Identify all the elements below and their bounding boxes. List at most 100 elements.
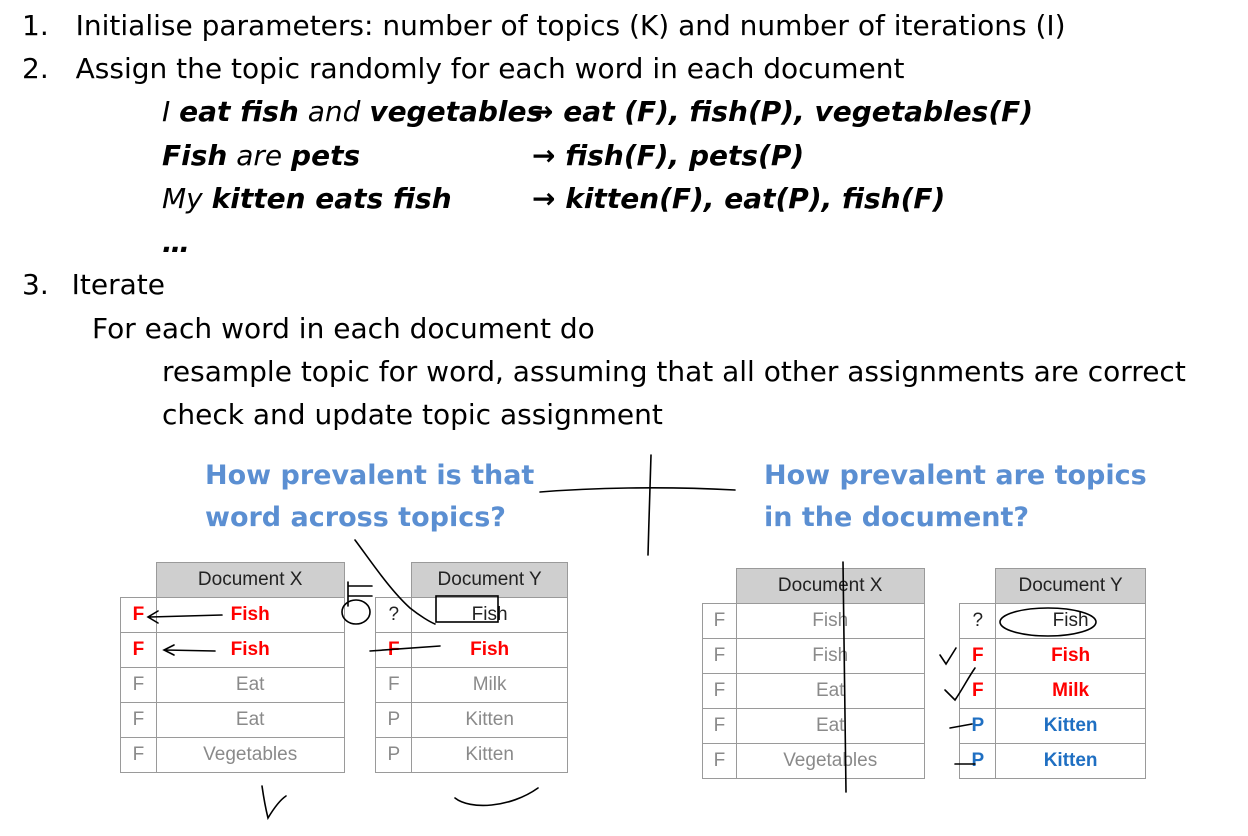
- header-document-y: Document Y: [411, 562, 568, 598]
- topic-label-y: ?: [375, 597, 413, 633]
- example-sentence: I eat fish and vegetables: [162, 95, 543, 129]
- topic-label-y: F: [959, 638, 997, 674]
- sentence-keyword: kitten eats fish: [211, 182, 452, 215]
- annotation-vertical-stroke: [647, 454, 652, 556]
- word-y: Kitten: [995, 743, 1146, 779]
- table-row: F Eat F Milk: [702, 673, 1146, 709]
- sentence-word: I: [162, 95, 180, 128]
- word-x: Fish: [735, 603, 925, 639]
- topic-label-y: F: [959, 673, 997, 709]
- table-row: F Vegetables P Kitten: [120, 737, 568, 773]
- example-sentence: Fish are pets: [162, 139, 360, 173]
- sentence-word: and: [298, 95, 370, 128]
- question-word-across-topics: How prevalent is that word across topics…: [205, 460, 535, 533]
- step-text: Iterate: [71, 268, 165, 301]
- topic-label-y: F: [375, 632, 413, 668]
- column-gap: [924, 673, 960, 709]
- ellipsis: …: [162, 226, 190, 259]
- sentence-keyword: vegetables: [369, 95, 544, 128]
- column-gap: [924, 743, 960, 779]
- step-text: Initialise parameters: number of topics …: [75, 9, 1066, 42]
- annotation-tick: [261, 785, 287, 821]
- table-word-across-topics: Document X Document Y F Fish? Fish F Fish F Fi…: [120, 562, 568, 773]
- sentence-keyword: eat fish: [179, 95, 299, 128]
- column-gap: [344, 702, 376, 738]
- table-row: F Fish F Fish: [120, 632, 568, 668]
- topic-label-x: F: [120, 702, 157, 738]
- step-number: 2.: [22, 52, 49, 85]
- topic-label-x: F: [702, 708, 737, 744]
- topic-label-x: F: [702, 743, 737, 779]
- topic-label-x: F: [702, 603, 737, 639]
- step-number: 3.: [22, 268, 49, 301]
- column-gap: [344, 597, 376, 633]
- table-row: F Fish F Fish: [702, 638, 1146, 674]
- annotation-horizontal-stroke: [539, 487, 736, 493]
- topic-label-x: F: [702, 638, 737, 674]
- topic-label-x: F: [120, 737, 157, 773]
- sentence-word: My: [162, 182, 212, 215]
- column-gap: [924, 708, 960, 744]
- word-y: Kitten: [411, 737, 568, 773]
- question-topics-in-document: How prevalent are topics in the document…: [764, 460, 1147, 533]
- word-x: Eat: [735, 708, 925, 744]
- example-result: → fish(F), pets(P): [532, 139, 805, 172]
- column-gap: [924, 638, 960, 674]
- sentence-keyword: Fish: [162, 139, 228, 172]
- word-y: Kitten: [411, 702, 568, 738]
- table-row: F Eat F Milk: [120, 667, 568, 703]
- word-x: Eat: [155, 667, 345, 703]
- topic-label-y: F: [375, 667, 413, 703]
- table-row: F Fish? Fish: [702, 603, 1146, 639]
- topic-label-y: P: [959, 743, 997, 779]
- word-x: Eat: [155, 702, 345, 738]
- word-y: Fish: [995, 638, 1146, 674]
- word-y: Fish: [411, 597, 568, 633]
- topic-label-x: F: [702, 673, 737, 709]
- example-result: → kitten(F), eat(P), fish(F): [532, 182, 946, 215]
- topic-label-y: P: [375, 737, 413, 773]
- word-x: Fish: [155, 597, 345, 633]
- word-y: Milk: [411, 667, 568, 703]
- example-sentence: My kitten eats fish: [162, 182, 452, 216]
- table-row: F Vegetables P Kitten: [702, 743, 1146, 779]
- column-gap: [344, 667, 376, 703]
- word-y: Fish: [411, 632, 568, 668]
- column-gap: [924, 603, 960, 639]
- word-x: Fish: [735, 638, 925, 674]
- topic-label-y: ?: [959, 603, 997, 639]
- topic-label-y: P: [959, 708, 997, 744]
- header-document-y: Document Y: [995, 568, 1146, 604]
- column-gap: [344, 737, 376, 773]
- topic-label-x: F: [120, 632, 157, 668]
- iterate-line-1: For each word in each document do: [92, 312, 595, 345]
- table-row: F Eat P Kitten: [120, 702, 568, 738]
- word-y: Milk: [995, 673, 1146, 709]
- word-x: Eat: [735, 673, 925, 709]
- word-y: Fish: [995, 603, 1146, 639]
- topic-label-x: F: [120, 597, 157, 633]
- sentence-keyword: pets: [291, 139, 361, 172]
- word-x: Vegetables: [155, 737, 345, 773]
- topic-label-x: F: [120, 667, 157, 703]
- annotation-smile: [454, 787, 539, 807]
- step-3: 3. Iterate: [22, 268, 165, 302]
- step-number: 1.: [22, 9, 49, 42]
- word-x: Fish: [155, 632, 345, 668]
- column-gap: [344, 632, 376, 668]
- step-text: Assign the topic randomly for each word …: [75, 52, 905, 85]
- step-2: 2. Assign the topic randomly for each wo…: [22, 52, 904, 86]
- sentence-word: are: [227, 139, 292, 172]
- table-row: F Eat P Kitten: [702, 708, 1146, 744]
- topic-label-y: P: [375, 702, 413, 738]
- word-x: Vegetables: [735, 743, 925, 779]
- step-1: 1. Initialise parameters: number of topi…: [22, 9, 1066, 43]
- header-document-x: Document X: [735, 568, 925, 604]
- table-row: F Fish? Fish: [120, 597, 568, 633]
- example-result: → eat (F), fish(P), vegetables(F): [530, 95, 1034, 128]
- iterate-line-3: check and update topic assignment: [162, 398, 663, 431]
- word-y: Kitten: [995, 708, 1146, 744]
- header-document-x: Document X: [155, 562, 345, 598]
- iterate-line-2: resample topic for word, assuming that a…: [162, 355, 1186, 388]
- table-topics-in-document: Document X Document Y F Fish? Fish F Fish F Fi…: [702, 568, 1146, 779]
